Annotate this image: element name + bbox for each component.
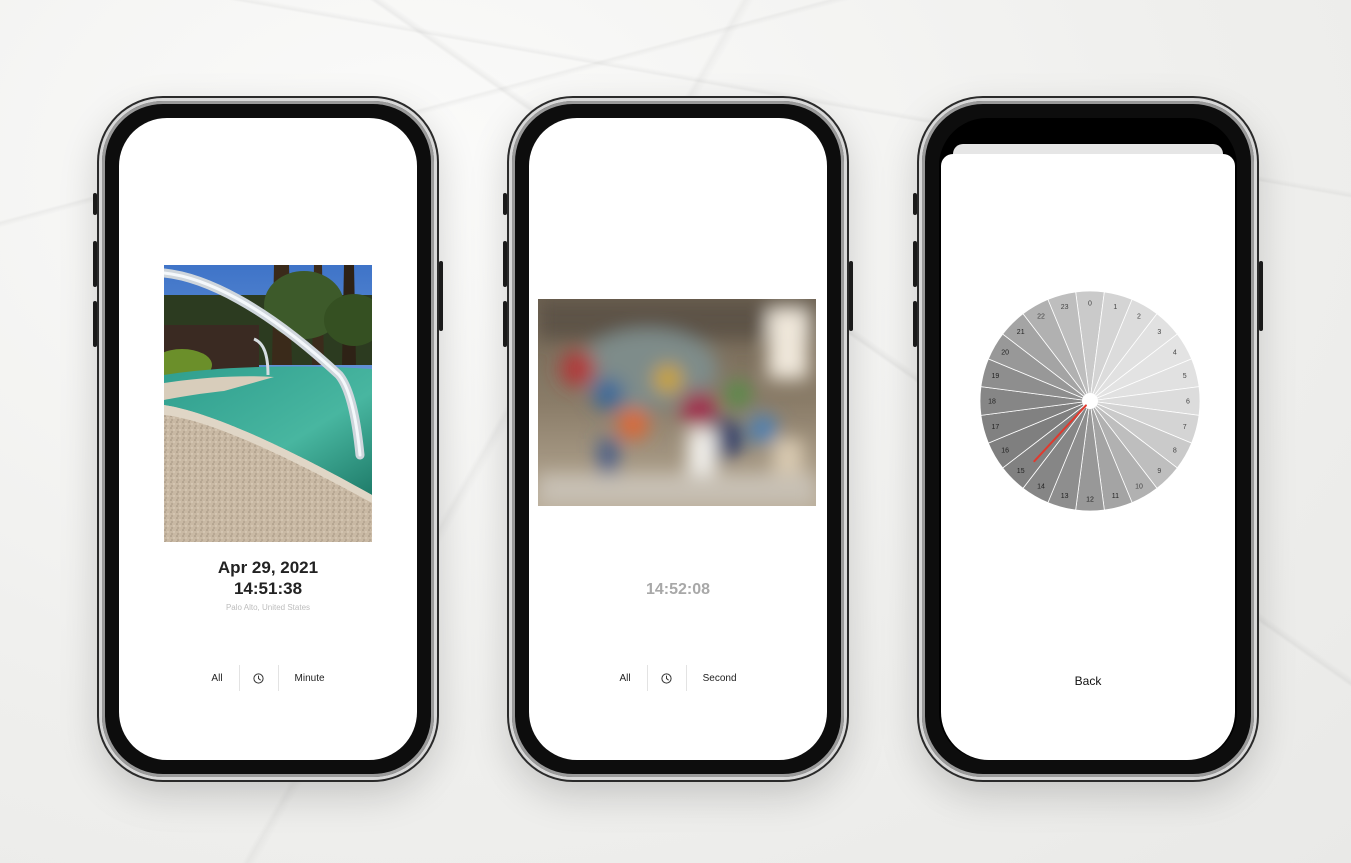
back-button[interactable]: Back — [941, 674, 1235, 688]
dial-hour-label: 13 — [1061, 493, 1069, 500]
photo-date: Apr 29, 2021 — [217, 558, 319, 577]
dial-hour-label: 9 — [1157, 468, 1161, 475]
all-button[interactable]: All — [603, 673, 646, 684]
phone-3: 0 1 2 3 4 5 6 7 8 9 10 11 12 13 14 15 16 17 18 19 20 21 22 23 B… — [913, 98, 1263, 780]
dial-hour-label: 5 — [1183, 373, 1187, 380]
hour-dial[interactable]: 0 1234567891011121314151617181920212223 — [979, 290, 1201, 512]
blurred-photo[interactable] — [538, 299, 816, 506]
photo-location: Palo Alto, United States — [225, 603, 311, 612]
bottom-nav: All Minute — [119, 664, 417, 692]
modal-sheet: 0 1 2 3 4 5 6 7 8 9 10 11 12 13 14 15 16 17 18 19 20 21 22 23 B… — [941, 154, 1235, 760]
dial-hour-label: 1 — [1113, 304, 1117, 311]
clock-icon[interactable] — [240, 672, 278, 684]
dial-hour-label: 14 — [1037, 483, 1045, 490]
dial-hour-label: 19 — [991, 373, 999, 380]
dial-hour-label: 15 — [1017, 468, 1025, 475]
dial-hour-label: 3 — [1157, 329, 1161, 336]
dial-hour-label: 6 — [1186, 399, 1190, 406]
dial-hour-label: 2 — [1137, 314, 1141, 321]
phone-2: 14:52:08 All Second — [503, 98, 853, 780]
dial-hour-label: 21 — [1017, 329, 1025, 336]
phone-2-screen: 14:52:08 All Second — [529, 118, 827, 760]
dial-hour-label: 16 — [1001, 448, 1009, 455]
minute-button[interactable]: Minute — [279, 673, 341, 684]
pool-photo-image — [164, 265, 372, 542]
second-button[interactable]: Second — [687, 673, 753, 684]
phone-3-screen: 0 1 2 3 4 5 6 7 8 9 10 11 12 13 14 15 16 17 18 19 20 21 22 23 B… — [939, 118, 1237, 760]
blurred-photo-image — [538, 299, 816, 506]
photo-time: 14:52:08 — [645, 581, 711, 598]
dial-hour-label: 12 — [1086, 497, 1094, 504]
dial-hour-label: 22 — [1037, 314, 1045, 321]
phone-1-screen: Apr 29, 2021 14:51:38 Palo Alto, United … — [119, 118, 417, 760]
dial-hour-label: 10 — [1135, 483, 1143, 490]
dial-hour-label: 7 — [1183, 424, 1187, 431]
dial-hour-label: 0 — [1088, 301, 1092, 308]
dial-hour-label: 8 — [1173, 448, 1177, 455]
dial-hour-label: 17 — [991, 424, 999, 431]
clock-icon[interactable] — [648, 672, 686, 684]
all-button[interactable]: All — [195, 673, 238, 684]
bottom-nav: All Second — [529, 664, 827, 692]
dial-hour-label: 23 — [1061, 304, 1069, 311]
photo-time: 14:51:38 — [233, 579, 303, 598]
dial-hour-label: 4 — [1173, 350, 1177, 357]
dial-hour-label: 18 — [988, 399, 996, 406]
dial-hour-label: 20 — [1001, 350, 1009, 357]
dial-hour-label: 11 — [1112, 493, 1119, 500]
phone-1: Apr 29, 2021 14:51:38 Palo Alto, United … — [93, 98, 443, 780]
pool-photo[interactable] — [164, 265, 372, 542]
